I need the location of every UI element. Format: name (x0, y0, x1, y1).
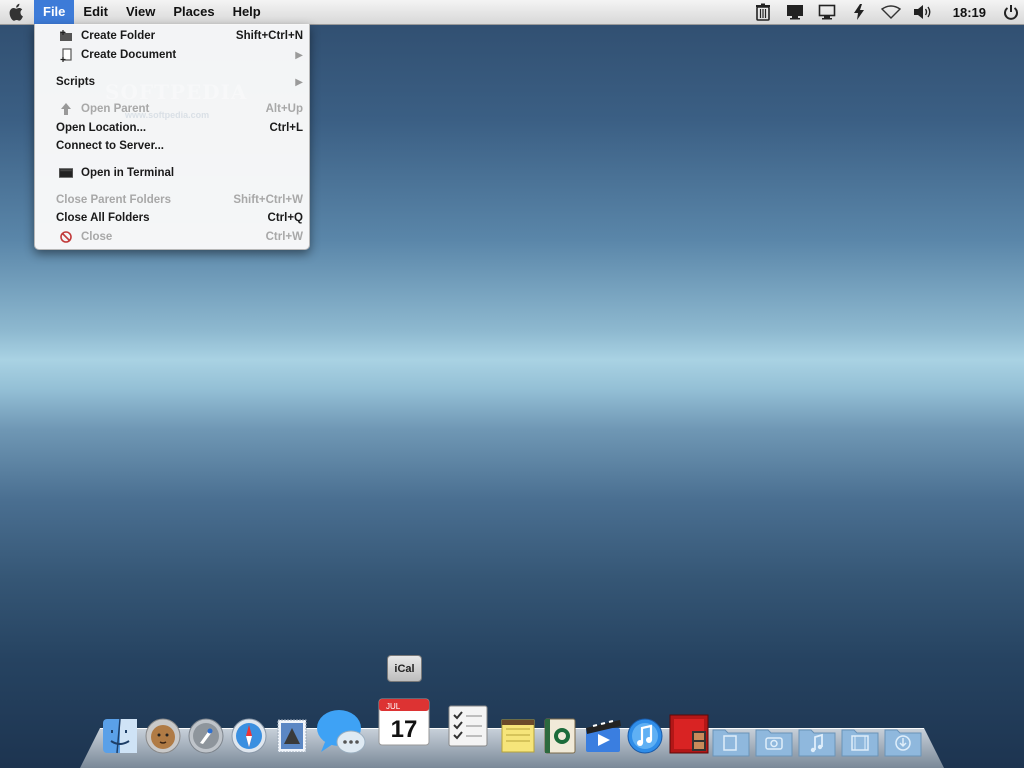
trash-icon[interactable] (747, 0, 779, 24)
calendar-day: 17 (391, 716, 418, 743)
dock-tooltip: iCal (387, 655, 422, 682)
menu-item-shortcut: Alt+Up (265, 103, 303, 115)
menu-item-create-document[interactable]: Create Document ▶ (35, 46, 309, 64)
ical-icon[interactable]: JUL 17 (376, 693, 432, 749)
menu-item-label: Open in Terminal (81, 167, 175, 179)
menu-view[interactable]: View (117, 0, 164, 24)
menu-item-shortcut: Ctrl+W (265, 231, 303, 243)
status-area: 18:19 (747, 0, 1024, 24)
notes-icon[interactable] (498, 716, 538, 756)
menu-item-label: Create Document (81, 49, 177, 61)
menu-item-label: Scripts (56, 76, 95, 88)
menu-item-connect-to-server[interactable]: Connect to Server... (35, 137, 309, 155)
file-menu-dropdown: SOFTPEDIA www.softpedia.com Create Folde… (34, 24, 310, 250)
menu-item-close-all-folders[interactable]: Close All Folders Ctrl+Q (35, 209, 309, 227)
display-icon[interactable] (779, 0, 811, 24)
menu-item-close-parent-folders[interactable]: Close Parent Folders Shift+Ctrl+W (35, 191, 309, 209)
menu-item-label: Close All Folders (56, 212, 150, 224)
up-arrow-icon (59, 102, 73, 116)
clock[interactable]: 18:19 (939, 5, 998, 20)
volume-icon[interactable] (907, 0, 939, 24)
menu-edit[interactable]: Edit (74, 0, 117, 24)
menu-item-label: Create Folder (81, 30, 156, 42)
launchpad-icon[interactable] (186, 716, 226, 756)
menu-item-shortcut: Shift+Ctrl+N (235, 30, 303, 42)
apple-menu-icon[interactable] (0, 0, 34, 24)
menu-item-create-folder[interactable]: Create Folder Shift+Ctrl+N (35, 27, 309, 45)
menu-item-open-in-terminal[interactable]: Open in Terminal (35, 164, 309, 182)
calendar-month: JUL (386, 702, 401, 711)
itunes-icon[interactable] (625, 716, 665, 756)
menu-item-open-parent[interactable]: Open Parent Alt+Up (35, 100, 309, 118)
menu-item-open-location[interactable]: Open Location... Ctrl+L (35, 119, 309, 137)
pictures-folder-icon[interactable] (754, 720, 794, 760)
menu-item-close[interactable]: Close Ctrl+W (35, 228, 309, 246)
menu-bar: File Edit View Places Help 18:19 (0, 0, 1024, 25)
menu-help[interactable]: Help (224, 0, 270, 24)
menu-item-shortcut: Shift+Ctrl+W (233, 194, 303, 206)
menu-places[interactable]: Places (164, 0, 223, 24)
movies-folder-icon[interactable] (840, 720, 880, 760)
menu-file[interactable]: File (34, 0, 75, 24)
documents-folder-icon[interactable] (711, 720, 751, 760)
music-folder-icon[interactable] (797, 720, 837, 760)
menu-item-label: Open Location... (56, 122, 147, 134)
menu-item-scripts[interactable]: Scripts ▶ (35, 73, 309, 91)
monitor-icon[interactable] (811, 0, 843, 24)
folder-add-icon (59, 29, 73, 43)
submenu-arrow-icon: ▶ (295, 49, 303, 61)
menu-item-label: Connect to Server... (56, 140, 165, 152)
downloads-folder-icon[interactable] (883, 720, 923, 760)
shutdown-icon[interactable] (998, 0, 1024, 24)
finder-icon[interactable] (100, 716, 140, 756)
reminders-icon[interactable] (445, 703, 491, 749)
contacts-book-icon[interactable] (540, 716, 580, 756)
messages-icon[interactable] (315, 706, 367, 758)
safari-icon[interactable] (229, 716, 269, 756)
photo-booth-icon[interactable] (668, 713, 710, 755)
close-circle-icon (59, 230, 73, 244)
menu-item-label: Close (81, 231, 113, 243)
menu-item-label: Open Parent (81, 103, 150, 115)
menu-item-shortcut: Ctrl+Q (267, 212, 303, 224)
document-add-icon (59, 48, 73, 62)
mail-stamp-icon[interactable] (272, 716, 312, 756)
menu-item-label: Close Parent Folders (56, 194, 172, 206)
power-bolt-icon[interactable] (843, 0, 875, 24)
submenu-arrow-icon: ▶ (295, 76, 303, 88)
wifi-icon[interactable] (875, 0, 907, 24)
mountain-lion-icon[interactable] (143, 716, 183, 756)
menu-item-shortcut: Ctrl+L (269, 122, 303, 134)
imovie-icon[interactable] (583, 716, 623, 756)
terminal-icon (59, 166, 73, 180)
